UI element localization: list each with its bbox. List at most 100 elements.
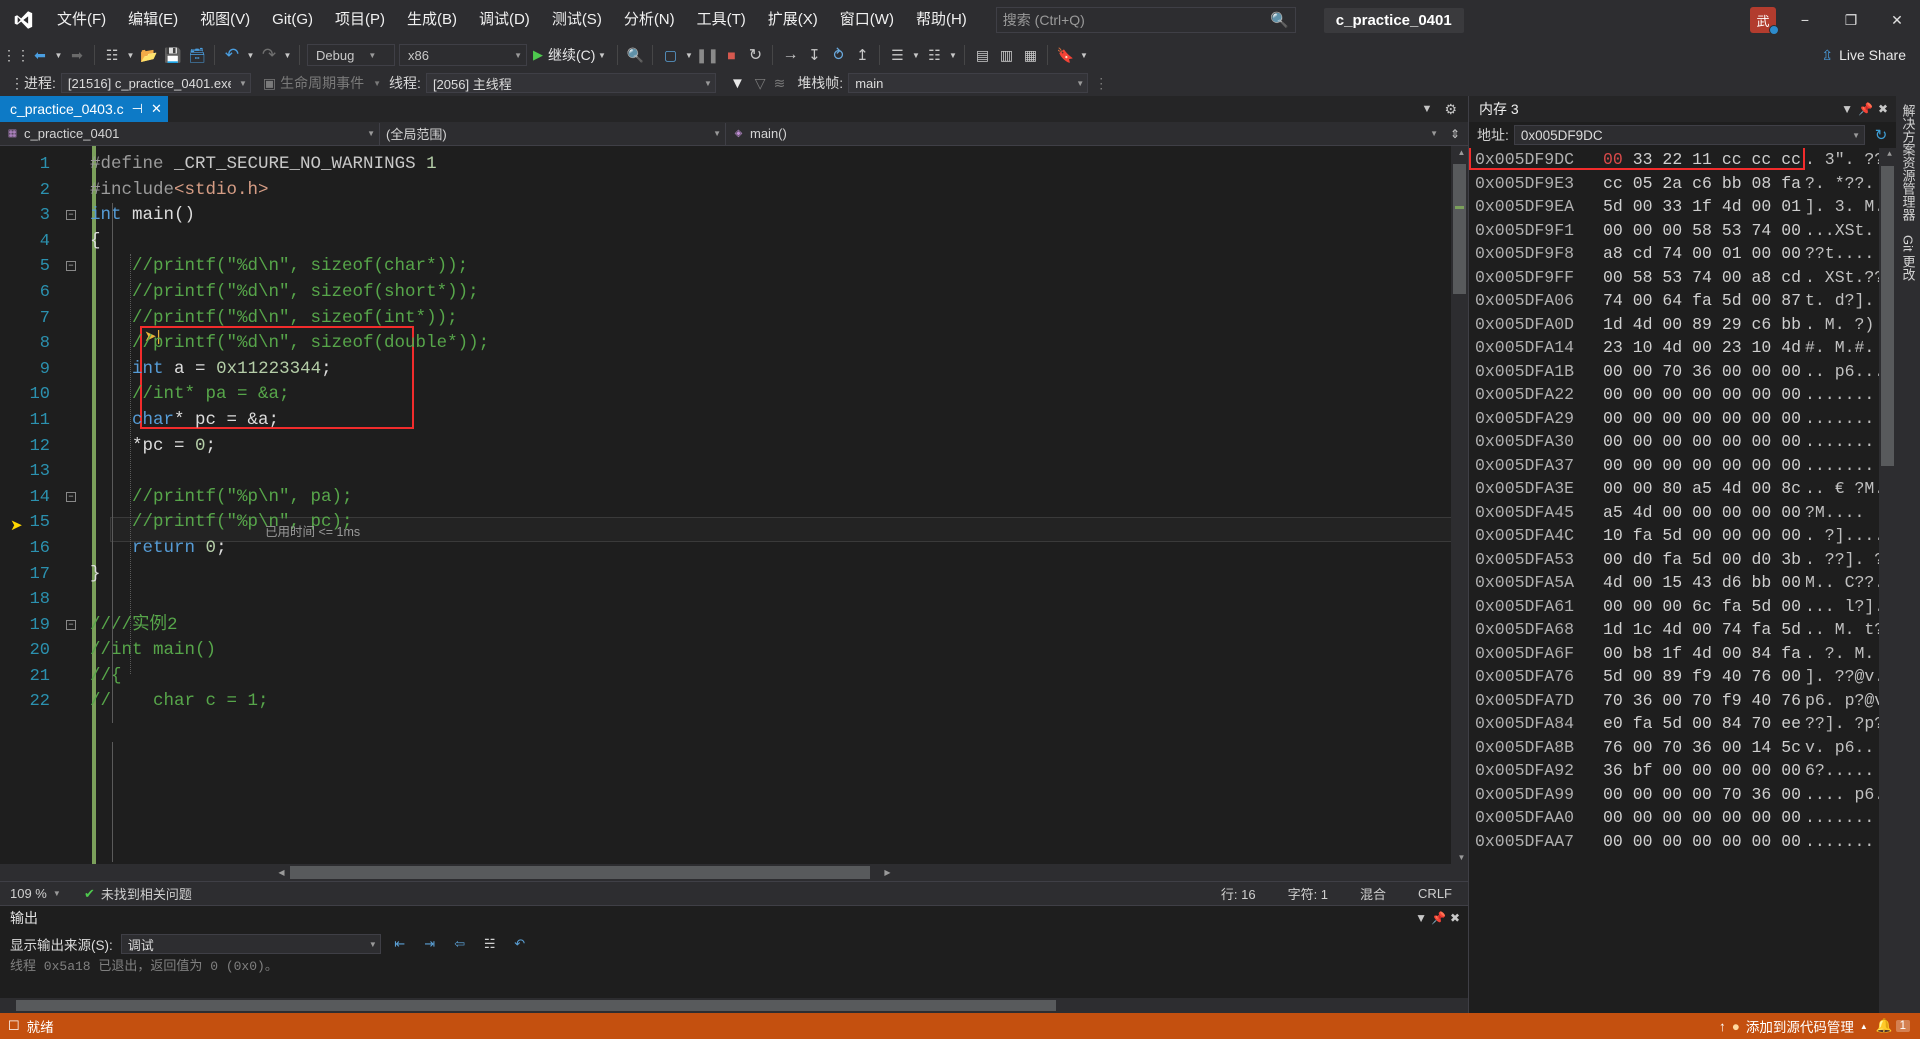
memory-row[interactable]: 0x005DFA99 00 00 00 00 70 36 00.... p6. xyxy=(1469,783,1896,807)
memory-row[interactable]: 0x005DFA61 00 00 00 6c fa 5d 00... l?]. xyxy=(1469,595,1896,619)
memory-row[interactable]: 0x005DFA6F 00 b8 1f 4d 00 84 fa. ?. M. ?? xyxy=(1469,642,1896,666)
redo-caret-icon[interactable]: ▼ xyxy=(281,43,294,67)
code-line[interactable]: 2 #include<stdio.h> xyxy=(0,178,1468,204)
output-toolbar[interactable]: 显示输出来源(S): 调试 ▼ ⇤ ⇥ ⇦ ☵ ↶ xyxy=(0,930,1468,958)
new-project-caret-icon[interactable]: ▼ xyxy=(124,43,137,67)
menu-item-build[interactable]: 生成(B) xyxy=(396,0,468,40)
hscroll-right-arrow-icon[interactable]: ▶ xyxy=(880,868,895,877)
step-out-icon[interactable]: ↥ xyxy=(850,43,874,67)
chevron-down-icon[interactable]: ▼ xyxy=(373,79,381,88)
nav-project-select[interactable]: ▦ c_practice_0401 ▼ xyxy=(0,122,380,145)
gear-icon[interactable]: ⚙ xyxy=(1439,101,1462,118)
memory-row[interactable]: 0x005DFA84 e0 fa 5d 00 84 70 ee??]. ?p? xyxy=(1469,712,1896,736)
code-line[interactable]: 14− //printf("%p\n", pa); xyxy=(0,485,1468,511)
output-next-icon[interactable]: ⇥ xyxy=(419,933,441,955)
memory-row[interactable]: 0x005DFA1B 00 00 70 36 00 00 00.. p6... xyxy=(1469,360,1896,384)
code-line[interactable]: 18 xyxy=(0,587,1468,613)
memory-row[interactable]: 0x005DFA22 00 00 00 00 00 00 00....... xyxy=(1469,383,1896,407)
refresh-icon[interactable]: ↻ xyxy=(1870,126,1892,144)
editor-vscroll-thumb[interactable] xyxy=(1453,164,1466,294)
bookmark-caret-icon[interactable]: ▼ xyxy=(1077,43,1090,67)
pin-icon[interactable]: 📌 xyxy=(1431,911,1446,925)
menu-item-test[interactable]: 测试(S) xyxy=(541,0,613,40)
output-hscroll-thumb[interactable] xyxy=(16,1000,1056,1011)
status-bar-right[interactable]: ↑ ● 添加到源代码管理 ▲ 🔔 1 xyxy=(1719,1016,1920,1036)
add-to-source-control-button[interactable]: ↑ ● 添加到源代码管理 ▲ xyxy=(1719,1016,1868,1036)
memory-window[interactable]: 内存 3 ▼ 📌 ✖ 地址: 0x005DF9DC ▼ ↻ 0x005DF9DC… xyxy=(1468,96,1896,1013)
close-button[interactable]: ✕ xyxy=(1874,0,1920,40)
debug-location-toolbar[interactable]: ⋮ 进程: [21516] c_practice_0401.exe ▼ ▣ 生命… xyxy=(0,70,1920,96)
avatar[interactable]: 武 xyxy=(1750,7,1779,35)
code-line[interactable]: 20 //int main() xyxy=(0,638,1468,664)
step-into-icon[interactable]: ↧ xyxy=(802,43,826,67)
memory-row[interactable]: 0x005DFA8B 76 00 70 36 00 14 5c v. p6.. \ xyxy=(1469,736,1896,760)
step-over-icon[interactable]: ⥁ xyxy=(826,43,850,67)
main-menu[interactable]: 文件(F) 编辑(E) 视图(V) Git(G) 项目(P) 生成(B) 调试(… xyxy=(46,0,978,40)
split-editor-icon[interactable]: ⇕ xyxy=(1442,127,1468,141)
maximize-button[interactable]: ❐ xyxy=(1828,0,1874,40)
solution-configuration-select[interactable]: Debug ▼ xyxy=(307,44,395,66)
navigate-forward-icon[interactable]: ➡ xyxy=(65,43,89,67)
live-share-button[interactable]: ⇫ Live Share xyxy=(1821,47,1920,64)
editor-hscroll-thumb[interactable] xyxy=(290,866,870,879)
scroll-down-arrow-icon[interactable]: ▼ xyxy=(1454,853,1468,862)
memory-row[interactable]: 0x005DF9EA 5d 00 33 1f 4d 00 01]. 3. M.. xyxy=(1469,195,1896,219)
memory-vertical-scrollbar[interactable]: ▲ xyxy=(1879,148,1896,1013)
memory-address-input[interactable]: 0x005DF9DC ▼ xyxy=(1513,125,1865,145)
output-find-icon[interactable]: ⇤ xyxy=(389,933,411,955)
save-icon[interactable]: 💾 xyxy=(161,43,185,67)
status-bar[interactable]: ☐ 就绪 ↑ ● 添加到源代码管理 ▲ 🔔 1 xyxy=(0,1013,1920,1039)
memory-row[interactable]: 0x005DFA37 00 00 00 00 00 00 00....... xyxy=(1469,454,1896,478)
menu-item-edit[interactable]: 编辑(E) xyxy=(117,0,189,40)
output-text[interactable]: 线程 0x5a18 已退出，返回值为 0 (0x0)。 xyxy=(0,958,1468,998)
undo-icon[interactable]: ↶ xyxy=(220,43,244,67)
memory-row[interactable]: 0x005DFA06 74 00 64 fa 5d 00 87 t. d?]. ? xyxy=(1469,289,1896,313)
menu-item-project[interactable]: 项目(P) xyxy=(324,0,396,40)
editor-vertical-scrollbar[interactable]: ▲ ▼ xyxy=(1451,146,1468,864)
chevron-down-icon[interactable]: ▼ xyxy=(1417,103,1438,115)
save-all-icon[interactable]: 🗃 xyxy=(185,43,209,67)
nav-scope-select[interactable]: (全局范围) ▼ xyxy=(380,122,726,145)
code-line[interactable]: 9 int a = 0x11223344; xyxy=(0,357,1468,383)
memory-row[interactable]: 0x005DFA4C 10 fa 5d 00 00 00 00. ?].... xyxy=(1469,524,1896,548)
chevron-down-icon[interactable]: ▼ xyxy=(1415,911,1427,925)
thread-filter-icon[interactable]: ≋ xyxy=(774,75,786,92)
show-next-statement-icon[interactable]: → xyxy=(778,43,802,67)
chevron-down-icon[interactable]: ▼ xyxy=(595,43,608,67)
hscroll-left-arrow-icon[interactable]: ◀ xyxy=(274,868,289,877)
pin-tab-icon[interactable]: ⊣ xyxy=(132,101,143,117)
menu-item-file[interactable]: 文件(F) xyxy=(46,0,117,40)
thread-select[interactable]: [2056] 主线程 ▼ xyxy=(425,73,716,93)
process-select[interactable]: [21516] c_practice_0401.exe ▼ xyxy=(60,73,251,93)
memory-row[interactable]: 0x005DFA30 00 00 00 00 00 00 00....... xyxy=(1469,430,1896,454)
output-prev-icon[interactable]: ⇦ xyxy=(449,933,471,955)
fold-toggle-icon[interactable]: − xyxy=(62,485,80,511)
hot-reload-icon[interactable]: ▢ xyxy=(658,43,682,67)
clear-output-icon[interactable]: ☵ xyxy=(479,933,501,955)
output-source-select[interactable]: 调试 ▼ xyxy=(120,934,381,954)
editor-status-strip[interactable]: 109 % ▼ ✔ 未找到相关问题 行: 16 字符: 1 混合 CRLF xyxy=(0,881,1468,905)
menu-item-analyze[interactable]: 分析(N) xyxy=(613,0,686,40)
solution-platform-select[interactable]: x86 ▼ xyxy=(399,44,527,66)
continue-button[interactable]: ▶ 继续(C) ▼ xyxy=(529,43,612,67)
editor-tab-c-practice-0403[interactable]: c_practice_0403.c ⊣ ✕ xyxy=(0,96,168,122)
editor-navigation-bar[interactable]: ▦ c_practice_0401 ▼ (全局范围) ▼ ◈ main() ▼ … xyxy=(0,122,1468,146)
memory-row[interactable]: 0x005DFA14 23 10 4d 00 23 10 4d #. M.#. M xyxy=(1469,336,1896,360)
search-input[interactable]: 搜索 (Ctrl+Q) 🔍 xyxy=(995,7,1296,33)
restart-icon[interactable]: ↻ xyxy=(743,43,767,67)
stackframe-select[interactable]: main ▼ xyxy=(848,73,1089,93)
code-style-icon[interactable]: ☰ xyxy=(885,43,909,67)
code-line[interactable]: 15 //printf("%p\n", pc); xyxy=(0,510,1468,536)
memory-row[interactable]: 0x005DFA5A 4d 00 15 43 d6 bb 00 M.. C??. xyxy=(1469,571,1896,595)
code-line[interactable]: 16 return 0; xyxy=(0,536,1468,562)
memory-vscroll-thumb[interactable] xyxy=(1881,166,1894,466)
nav-member-select[interactable]: ◈ main() ▼ xyxy=(726,123,1442,145)
break-all-icon[interactable]: ❚❚ xyxy=(695,43,719,67)
code-line[interactable]: 6 //printf("%d\n", sizeof(short*)); xyxy=(0,280,1468,306)
code-line[interactable]: 11 char* pc = &a; xyxy=(0,408,1468,434)
code-line[interactable]: 17} xyxy=(0,562,1468,588)
memory-row[interactable]: 0x005DFA76 5d 00 89 f9 40 76 00]. ??@v. xyxy=(1469,665,1896,689)
navigate-back-caret-icon[interactable]: ▼ xyxy=(52,43,65,67)
memory-row[interactable]: 0x005DFAA7 00 00 00 00 00 00 00....... xyxy=(1469,830,1896,854)
code-line[interactable]: 5− //printf("%d\n", sizeof(char*)); xyxy=(0,254,1468,280)
